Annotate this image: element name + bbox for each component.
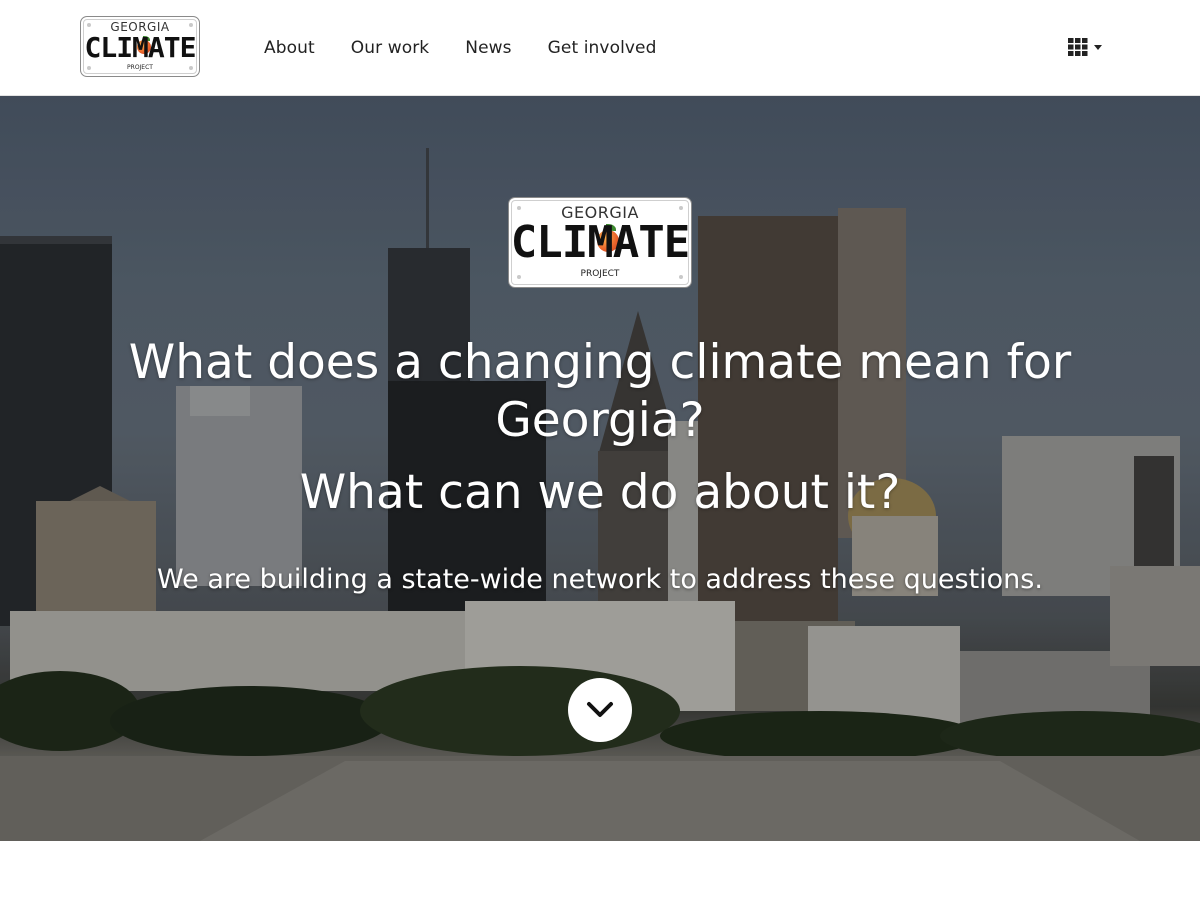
hero-section: GEORGIA CLIMATE PROJECT What does a chan… [0, 96, 1200, 841]
logo-main-text: CLIMATE [84, 31, 196, 64]
nav-link-news[interactable]: News [465, 38, 511, 58]
main-nav: About Our work News Get involved [264, 0, 693, 95]
caret-down-icon [1094, 44, 1102, 50]
nav-link-our-work[interactable]: Our work [351, 38, 430, 58]
hero-headline-secondary: What can we do about it? [299, 465, 901, 520]
top-navbar: GEORGIA CLIMATE PROJECT About Our work N… [0, 0, 1200, 96]
hero-subheadline: We are building a state-wide network to … [157, 564, 1043, 595]
logo-sub-text: PROJECT [580, 269, 620, 279]
chevron-down-icon [587, 702, 613, 717]
nav-link-get-involved[interactable]: Get involved [548, 38, 657, 58]
logo-home-link[interactable]: GEORGIA CLIMATE PROJECT [80, 16, 200, 77]
georgia-climate-project-logo: GEORGIA CLIMATE PROJECT [508, 197, 692, 288]
georgia-climate-project-logo: GEORGIA CLIMATE PROJECT [80, 16, 200, 77]
grid-icon [1068, 38, 1088, 56]
hero-headline: What does a changing climate mean for Ge… [128, 335, 1072, 448]
nav-link-about[interactable]: About [264, 38, 315, 58]
logo-main-text: CLIMATE [510, 217, 690, 268]
scroll-down-button[interactable] [568, 678, 632, 742]
logo-sub-text: PROJECT [127, 64, 153, 71]
hero-logo: GEORGIA CLIMATE PROJECT [508, 197, 692, 288]
apps-menu-toggle[interactable] [1068, 36, 1110, 58]
